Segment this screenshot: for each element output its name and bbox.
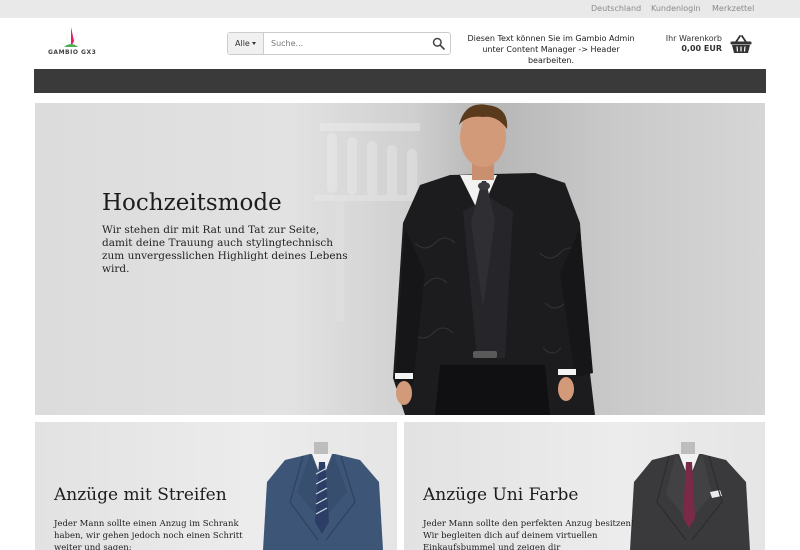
- wishlist-link[interactable]: Merkzettel: [712, 4, 754, 13]
- category-tile-striped-suits[interactable]: Anzüge mit Streifen Jeder Mann sollte ei…: [35, 422, 397, 550]
- search-icon[interactable]: [432, 37, 445, 50]
- tile-title: Anzüge mit Streifen: [54, 485, 227, 505]
- hero-banner[interactable]: Hochzeitsmode Wir stehen dir mit Rat und…: [35, 103, 765, 415]
- tile-title: Anzüge Uni Farbe: [423, 485, 579, 505]
- header-info-text: Diesen Text können Sie im Gambio Admin u…: [467, 34, 635, 65]
- country-link[interactable]: Deutschland: [591, 4, 641, 13]
- search-category-label: Alle: [235, 39, 250, 48]
- customer-login-link[interactable]: Kundenlogin: [651, 4, 701, 13]
- search-category-dropdown[interactable]: Alle: [228, 33, 264, 54]
- search-bar: Alle: [227, 32, 451, 55]
- logo-text: GAMBIO GX3: [48, 49, 97, 56]
- caret-down-icon: [251, 42, 256, 45]
- shop-logo[interactable]: GAMBIO GX3: [48, 27, 118, 59]
- flower-logo-icon: [55, 27, 87, 47]
- top-bar: Deutschland Kundenlogin Merkzettel: [0, 0, 800, 18]
- hero-title: Hochzeitsmode: [102, 190, 282, 216]
- category-tile-plain-suits[interactable]: Anzüge Uni Farbe Jeder Mann sollte den p…: [404, 422, 765, 550]
- basket-icon[interactable]: [730, 35, 752, 54]
- tile-text: Jeder Mann sollte einen Anzug im Schrank…: [54, 519, 243, 550]
- tile-text: Jeder Mann sollte den perfekten Anzug be…: [423, 519, 635, 550]
- cart-label: Ihr Warenkorb: [665, 34, 722, 43]
- search-input[interactable]: [266, 33, 426, 54]
- hero-text: Wir stehen dir mit Rat und Tat zur Seite…: [102, 224, 348, 275]
- cart-amount: 0,00 EUR: [681, 44, 722, 53]
- cart-widget[interactable]: Ihr Warenkorb 0,00 EUR: [660, 34, 754, 58]
- main-navigation-bar: [34, 69, 766, 93]
